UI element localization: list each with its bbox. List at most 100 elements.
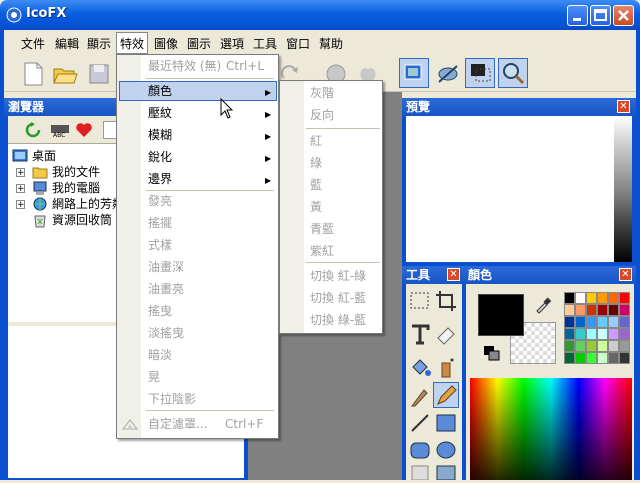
windows-icon-button[interactable] [399,58,429,88]
menu-item-light-sway[interactable]: 淡搖曳 [148,323,184,343]
save-icon[interactable] [86,60,112,88]
menu-item-border[interactable]: 邊界 [148,169,172,189]
palette-swatch[interactable] [619,352,630,364]
marquee-select-icon[interactable] [408,289,432,313]
menu-item-glow[interactable]: 發亮 [148,191,172,211]
palette-swatch[interactable] [586,292,597,304]
path-input[interactable] [103,121,117,139]
palette-swatch[interactable] [575,328,586,340]
menu-item-sway[interactable]: 搖曳 [148,301,172,321]
menu-item-oil-dark[interactable]: 油畫深 [148,257,184,277]
menu-file[interactable]: 文件 [21,36,45,52]
favorite-icon[interactable] [75,122,93,138]
menu-item-custom-filter[interactable]: 自定濾罩... [148,414,207,434]
color-palette[interactable] [564,292,632,368]
palette-swatch[interactable] [575,316,586,328]
eraser-icon[interactable] [434,322,458,346]
menu-item-sharpen[interactable]: 銳化 [148,147,172,167]
colors-close-icon[interactable]: ✕ [619,268,632,281]
submenu-item-grayscale[interactable]: 灰階 [310,82,334,104]
submenu-item-blue[interactable]: 藍 [310,174,322,196]
menu-item-oil-light[interactable]: 油畫亮 [148,279,184,299]
crop-icon[interactable] [434,289,458,313]
color-spectrum[interactable] [470,378,632,480]
palette-swatch[interactable] [608,340,619,352]
menu-tools[interactable]: 工具 [253,36,277,52]
menu-item-color[interactable]: 顏色 [148,81,172,101]
menu-item-wave[interactable]: 搖擺 [148,213,172,233]
submenu-item-red[interactable]: 紅 [310,130,322,152]
fill-bucket-icon[interactable] [408,355,432,379]
palette-swatch[interactable] [619,328,630,340]
menu-view[interactable]: 顯示 [87,36,111,52]
palette-swatch[interactable] [608,352,619,364]
palette-swatch[interactable] [575,304,586,316]
line-tool-icon[interactable] [408,411,432,435]
menu-edit[interactable]: 編輯 [55,36,79,52]
expand-icon[interactable]: + [16,168,25,178]
palette-swatch[interactable] [619,304,630,316]
menu-item-drop-shadow[interactable]: 下拉陰影 [148,389,196,409]
tree-item-recycle-bin[interactable]: 資源回收筒 [52,212,112,228]
palette-swatch[interactable] [586,352,597,364]
minimize-button[interactable] [567,5,588,26]
menu-help[interactable]: 幫助 [319,36,343,52]
palette-swatch[interactable] [597,340,608,352]
palette-swatch[interactable] [564,304,575,316]
abc-icon[interactable]: ABC [50,121,70,139]
menu-item-emboss[interactable]: 壓紋 [148,103,172,123]
menu-icon[interactable]: 圖示 [187,36,211,52]
palette-swatch[interactable] [575,292,586,304]
palette-swatch[interactable] [586,340,597,352]
rectangle-tool-icon[interactable] [434,411,458,435]
text-tool-icon[interactable] [408,322,432,346]
crossed-out-icon[interactable] [435,60,461,88]
submenu-item-swap-green-blue[interactable]: 切換 綠-藍 [310,309,366,331]
palette-swatch[interactable] [597,352,608,364]
maximize-button[interactable] [590,5,611,26]
gradient-tool-icon[interactable] [434,462,458,481]
expand-icon[interactable]: + [16,184,25,194]
move-tool-icon[interactable] [408,462,432,481]
color-picker-icon[interactable] [534,296,552,314]
menu-effects[interactable]: 特效 [120,36,144,52]
palette-swatch[interactable] [608,316,619,328]
menu-window[interactable]: 窗口 [286,36,310,52]
palette-swatch[interactable] [586,316,597,328]
palette-swatch[interactable] [564,340,575,352]
palette-swatch[interactable] [597,328,608,340]
new-file-icon[interactable] [20,60,46,88]
submenu-item-magenta[interactable]: 紫紅 [310,240,334,262]
spray-icon[interactable] [434,355,458,379]
menu-item-pattern[interactable]: 式樣 [148,235,172,255]
palette-swatch[interactable] [597,292,608,304]
palette-swatch[interactable] [564,328,575,340]
palette-swatch[interactable] [564,316,575,328]
tree-item-network[interactable]: 網路上的芳鄰 [52,196,124,212]
menu-item-blur[interactable]: 模糊 [148,125,172,145]
foreground-color-swatch[interactable] [478,294,524,336]
palette-swatch[interactable] [586,328,597,340]
swap-colors-icon[interactable] [482,344,502,362]
tree-item-my-documents[interactable]: 我的文件 [52,164,100,180]
palette-swatch[interactable] [564,292,575,304]
palette-swatch[interactable] [586,304,597,316]
refresh-icon[interactable] [24,121,42,139]
preview-background-strip[interactable] [614,116,632,262]
submenu-item-swap-red-green[interactable]: 切換 紅-綠 [310,265,366,287]
tree-item-my-computer[interactable]: 我的電腦 [52,180,100,196]
brush-icon[interactable] [408,384,432,408]
submenu-item-swap-red-blue[interactable]: 切換 紅-藍 [310,287,366,309]
menu-item-recent-effect[interactable]: 最近特效 (無) [148,56,221,76]
submenu-item-invert[interactable]: 反向 [310,104,334,126]
palette-swatch[interactable] [619,292,630,304]
palette-swatch[interactable] [597,316,608,328]
close-button[interactable] [613,5,634,26]
palette-swatch[interactable] [619,316,630,328]
palette-swatch[interactable] [575,340,586,352]
pencil-icon-button[interactable] [433,382,459,408]
zoom-button[interactable] [498,58,528,88]
preview-close-icon[interactable]: ✕ [617,100,630,113]
palette-swatch[interactable] [608,304,619,316]
tree-item-desktop[interactable]: 桌面 [32,148,57,164]
